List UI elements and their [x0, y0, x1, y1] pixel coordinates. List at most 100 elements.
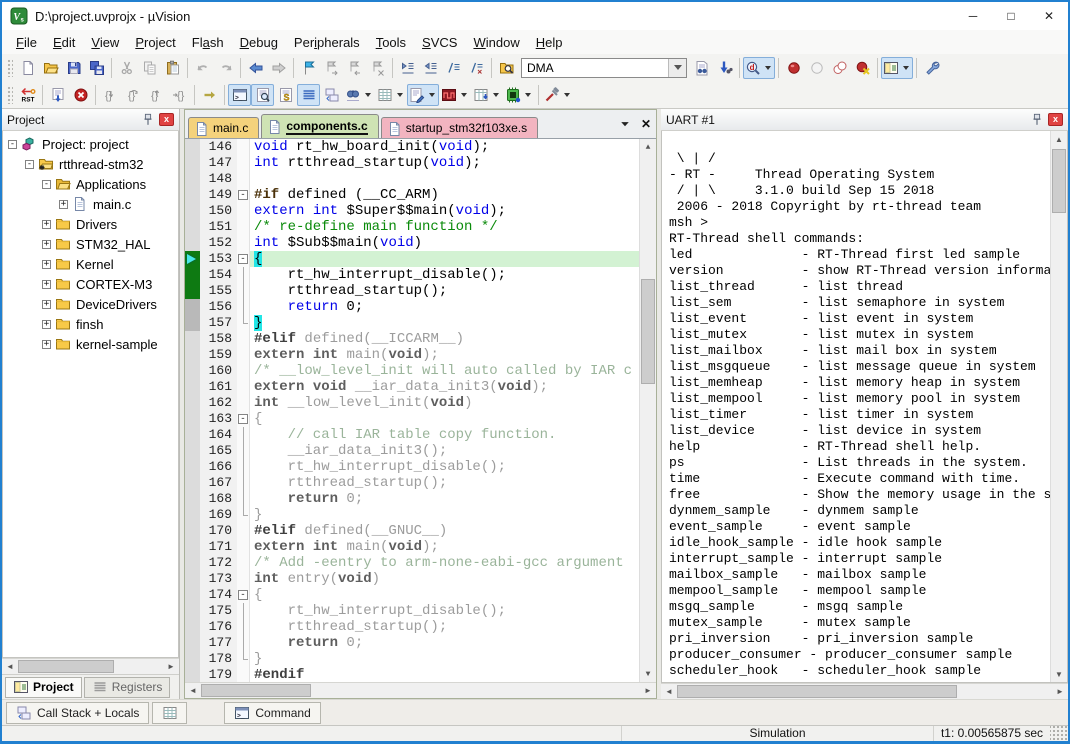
editor-vscrollbar[interactable]: ▲ ▼	[639, 139, 656, 682]
panel-tab-registers[interactable]: Registers	[84, 677, 171, 698]
scrollbar-thumb[interactable]	[18, 660, 114, 673]
scrollbar-thumb[interactable]	[677, 685, 957, 698]
callstack-window-button[interactable]	[320, 84, 343, 106]
tree-item-main-c[interactable]: +main.c	[3, 194, 178, 214]
code-line-146[interactable]: 146void rt_hw_board_init(void);	[185, 139, 656, 155]
start-stop-debug-button[interactable]: d	[743, 57, 775, 79]
step-in-button[interactable]: {}	[99, 84, 122, 106]
tree-expand-toggle[interactable]: +	[42, 280, 51, 289]
editor-margin[interactable]	[185, 171, 200, 187]
code-line-159[interactable]: 159extern int main(void);	[185, 347, 656, 363]
code-line-169[interactable]: 169}	[185, 507, 656, 523]
minimize-button[interactable]: ─	[954, 2, 992, 30]
editor-margin[interactable]	[185, 475, 200, 491]
tree-expand-toggle[interactable]: -	[42, 180, 51, 189]
fold-collapse-icon[interactable]: -	[238, 414, 248, 424]
toolbar-grip[interactable]	[7, 86, 13, 104]
code-line-167[interactable]: 167 rtthread_startup();	[185, 475, 656, 491]
watch-window-button[interactable]	[343, 84, 375, 106]
tree-expand-toggle[interactable]: -	[25, 160, 34, 169]
editor-margin[interactable]	[185, 139, 200, 155]
code-line-174[interactable]: 174-{	[185, 587, 656, 603]
dropdown-arrow-icon[interactable]	[365, 93, 371, 97]
code-line-173[interactable]: 173int entry(void)	[185, 571, 656, 587]
scrollbar-thumb[interactable]	[1052, 149, 1066, 213]
fold-collapse-icon[interactable]: -	[238, 254, 248, 264]
code-editor[interactable]: 146void rt_hw_board_init(void);147int rt…	[185, 139, 656, 682]
comment-selection-button[interactable]	[442, 57, 465, 79]
editor-margin[interactable]	[185, 443, 200, 459]
code-line-148[interactable]: 148	[185, 171, 656, 187]
current-statement-margin[interactable]	[185, 251, 200, 267]
fold-collapse-icon[interactable]: -	[238, 590, 248, 600]
system-viewer-button[interactable]	[503, 84, 535, 106]
scroll-down-arrow[interactable]: ▼	[1051, 666, 1067, 682]
code-line-164[interactable]: 164 // call IAR table copy function.	[185, 427, 656, 443]
fold-column[interactable]: -	[237, 187, 250, 203]
panel-tab-project[interactable]: Project	[5, 677, 82, 698]
trace-window-button[interactable]	[471, 84, 503, 106]
pin-icon[interactable]	[140, 112, 156, 128]
tree-expand-toggle[interactable]: +	[42, 240, 51, 249]
step-over-button[interactable]: {}	[122, 84, 145, 106]
toolbar-grip[interactable]	[7, 59, 13, 77]
editor-margin[interactable]	[185, 363, 200, 379]
editor-margin[interactable]	[185, 459, 200, 475]
memory-window-button[interactable]	[375, 84, 407, 106]
code-line-147[interactable]: 147int rtthread_startup(void);	[185, 155, 656, 171]
tree-expand-toggle[interactable]: +	[42, 320, 51, 329]
menu-view[interactable]: View	[83, 32, 127, 53]
paste-button[interactable]	[161, 57, 184, 79]
dropdown-arrow-icon[interactable]	[397, 93, 403, 97]
code-line-157[interactable]: 157}	[185, 315, 656, 331]
configure-target-button[interactable]	[920, 57, 943, 79]
save-all-button[interactable]	[85, 57, 108, 79]
editor-margin[interactable]	[185, 491, 200, 507]
editor-margin[interactable]	[185, 427, 200, 443]
code-line-171[interactable]: 171extern int main(void);	[185, 539, 656, 555]
search-combo[interactable]: DMA	[521, 58, 687, 78]
editor-margin[interactable]	[185, 267, 200, 283]
close-document-icon[interactable]: ✕	[641, 117, 651, 131]
pin-icon[interactable]	[1029, 112, 1045, 128]
debug-restore-views-button[interactable]	[881, 57, 913, 79]
resize-grip[interactable]	[1050, 726, 1068, 741]
code-line-158[interactable]: 158#elif defined(__ICCARM__)	[185, 331, 656, 347]
editor-margin[interactable]	[185, 411, 200, 427]
dropdown-arrow-icon[interactable]	[903, 66, 909, 70]
editor-margin[interactable]	[185, 635, 200, 651]
editor-margin[interactable]	[185, 155, 200, 171]
symbols-window-button[interactable]: S	[274, 84, 297, 106]
editor-margin[interactable]	[185, 619, 200, 635]
menu-file[interactable]: File	[8, 32, 45, 53]
search-dropdown-button[interactable]	[668, 59, 686, 77]
code-line-168[interactable]: 168 return 0;	[185, 491, 656, 507]
code-line-172[interactable]: 172/* Add -eentry to arm-none-eabi-gcc a…	[185, 555, 656, 571]
menu-svcs[interactable]: SVCS	[414, 32, 465, 53]
dropdown-arrow-icon[interactable]	[429, 93, 435, 97]
code-line-153[interactable]: 153-{	[185, 251, 656, 267]
run-to-cursor-button[interactable]: {}	[168, 84, 191, 106]
dock-tab-command[interactable]: >_Command	[224, 702, 320, 724]
scroll-left-arrow[interactable]: ◄	[661, 684, 677, 699]
scrollbar-thumb[interactable]	[641, 279, 655, 384]
tree-expand-toggle[interactable]: +	[59, 200, 68, 209]
bookmark-toggle-button[interactable]	[297, 57, 320, 79]
editor-tab-startup-stm32f103xe-s[interactable]: startup_stm32f103xe.s	[381, 117, 538, 138]
scroll-left-arrow[interactable]: ◄	[2, 659, 18, 674]
tree-expand-toggle[interactable]: +	[42, 220, 51, 229]
tree-item-drivers[interactable]: +Drivers	[3, 214, 178, 234]
tree-item-project-project[interactable]: -Project: project	[3, 134, 178, 154]
scroll-right-arrow[interactable]: ►	[163, 659, 179, 674]
menu-flash[interactable]: Flash	[184, 32, 232, 53]
dropdown-arrow-icon[interactable]	[461, 93, 467, 97]
unindent-button[interactable]	[419, 57, 442, 79]
code-line-175[interactable]: 175 rt_hw_interrupt_disable();	[185, 603, 656, 619]
dock-tab-call-stack-locals[interactable]: Call Stack + Locals	[6, 702, 149, 724]
scroll-right-arrow[interactable]: ►	[640, 683, 656, 698]
editor-margin[interactable]	[185, 587, 200, 603]
uart-hscrollbar[interactable]: ◄ ►	[661, 683, 1068, 699]
serial-window-button[interactable]	[407, 84, 439, 106]
dropdown-arrow-icon[interactable]	[765, 66, 771, 70]
tree-item-cortex-m3[interactable]: +CORTEX-M3	[3, 274, 178, 294]
